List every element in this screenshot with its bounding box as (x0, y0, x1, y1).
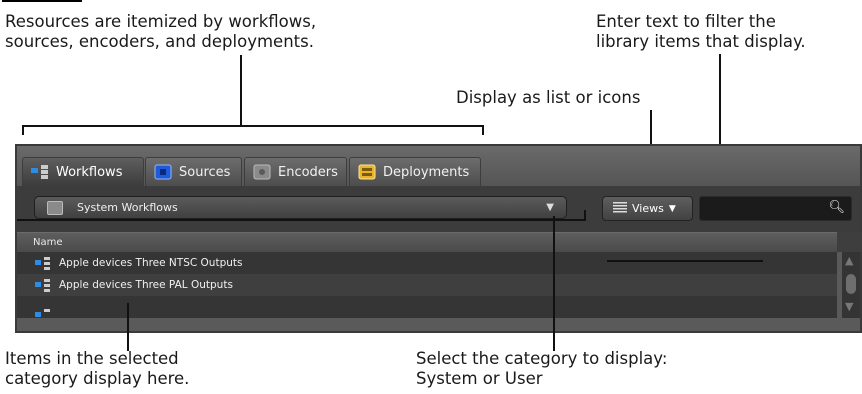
toolbar: System Workflows ▼ Views ▼ 🔍︎ (17, 186, 860, 232)
pointer-items-stem (127, 303, 129, 351)
callout-filter-line-2: library items that display. (596, 32, 806, 51)
bracket-tabs-left (22, 125, 24, 135)
workflow-icon (35, 278, 51, 292)
caret-down-icon: ▼ (668, 203, 676, 214)
list-header-name[interactable]: Name (17, 232, 837, 252)
bracket-tabs-right (482, 125, 484, 135)
callout-items-line-2: category display here. (5, 369, 190, 388)
callout-filter: Enter text to filter the library items t… (596, 12, 806, 52)
header-scroll-corner (837, 232, 862, 252)
bracket-tabs-stem (240, 55, 242, 126)
callout-display-as: Display as list or icons (456, 88, 641, 107)
list-item[interactable]: Apple devices Three PAL Outputs (17, 274, 837, 296)
tab-workflows[interactable]: Workflows (22, 157, 144, 186)
tab-deployments[interactable]: Deployments (349, 157, 481, 186)
bracket-tabs-horizontal (22, 125, 484, 127)
list-scrollbar[interactable]: ▲ ▼ (842, 252, 860, 318)
tab-encoders-label: Encoders (278, 164, 338, 180)
pointer-items-horizontal (607, 260, 763, 262)
callout-items-line-1: Items in the selected (5, 349, 179, 368)
category-dropdown-value: System Workflows (77, 201, 178, 214)
workflow-icon (35, 308, 51, 322)
bracket-dropdown-bottom (17, 219, 586, 221)
tab-sources[interactable]: Sources (145, 157, 242, 186)
folder-icon (47, 200, 63, 215)
callout-resources-line-2: sources, encoders, and deployments. (5, 32, 314, 51)
list-item[interactable]: Apple devices Three NTSC Outputs (17, 252, 837, 274)
list-item[interactable] (17, 296, 837, 318)
scroll-up-icon[interactable]: ▲ (845, 254, 853, 267)
workflow-icon (31, 164, 49, 180)
scroll-down-icon[interactable]: ▼ (845, 300, 853, 313)
callout-resources: Resources are itemized by workflows, sou… (5, 12, 316, 52)
search-icon: 🔍︎ (828, 200, 845, 215)
tab-deployments-label: Deployments (383, 164, 470, 180)
callout-select-category: Select the category to display: System o… (416, 349, 667, 389)
column-name-label: Name (33, 237, 63, 248)
list-item-label: Apple devices Three NTSC Outputs (59, 257, 243, 269)
callout-resources-line-1: Resources are itemized by workflows, (5, 12, 317, 31)
filter-search-input[interactable]: 🔍︎ (699, 196, 852, 221)
bracket-dropdown-right (584, 210, 586, 221)
callout-items: Items in the selected category display h… (5, 349, 189, 389)
chevron-down-icon: ▼ (546, 202, 554, 213)
list-icon (613, 201, 627, 216)
scroll-thumb[interactable] (846, 274, 856, 294)
tab-workflows-label: Workflows (56, 164, 123, 180)
views-button[interactable]: Views ▼ (602, 196, 693, 221)
tab-sources-label: Sources (179, 164, 231, 180)
tab-encoders[interactable]: Encoders (244, 157, 347, 186)
deployments-icon (358, 164, 376, 180)
callout-filter-line-1: Enter text to filter the (596, 12, 776, 31)
figure-label-cut (0, 0, 120, 6)
views-label: Views (632, 202, 664, 215)
pointer-category-stem (553, 216, 555, 351)
tab-bar: Workflows Sources Encoders Deployments (17, 146, 860, 186)
callout-select-category-line-2: System or User (416, 369, 543, 388)
library-panel: Workflows Sources Encoders Deployments S… (15, 144, 862, 333)
callout-select-category-line-1: Select the category to display: (416, 349, 668, 368)
list-item-label: Apple devices Three PAL Outputs (59, 279, 233, 291)
encoders-icon (253, 164, 271, 180)
sources-icon (154, 164, 172, 180)
category-dropdown[interactable]: System Workflows ▼ (34, 196, 567, 219)
workflow-icon (35, 256, 51, 270)
